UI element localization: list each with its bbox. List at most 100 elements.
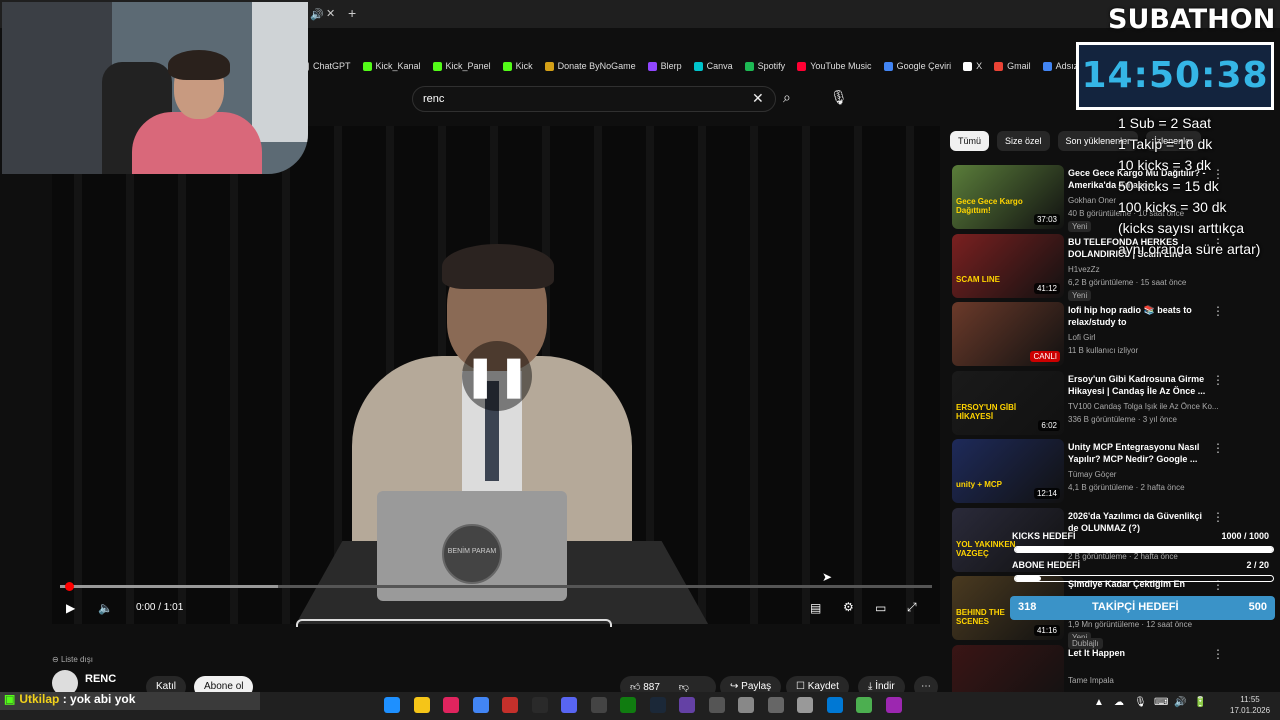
recommendation-item[interactable]: ERSOY'UN GİBİ HİKAYESİ 6:02 Ersoy'un Gibi …: [950, 370, 1275, 435]
bookmark-8[interactable]: YouTube Music: [797, 61, 872, 71]
taskbar-app-icon[interactable]: [472, 697, 489, 713]
chat-text: : yok abi yok: [59, 692, 136, 706]
recommendation-thumbnail[interactable]: CANLI: [952, 302, 1064, 366]
microphone-icon[interactable]: 🎙: [830, 89, 848, 106]
more-options-icon[interactable]: ⋮: [1212, 441, 1224, 455]
more-options-icon[interactable]: ⋮: [1212, 373, 1224, 387]
bookmark-favicon-icon: [744, 61, 754, 71]
subathon-rule: 1 Takip = 10 dk: [1118, 136, 1213, 152]
bookmark-6[interactable]: Canva: [693, 61, 733, 71]
recommendation-channel[interactable]: Tame Impala: [1068, 676, 1114, 685]
taskbar-app-icon[interactable]: [885, 697, 902, 713]
recommendation-title[interactable]: Ersoy'un Gibi Kadrosuna Girme Hikayesi |…: [1068, 373, 1213, 397]
taskbar-app-icon[interactable]: [797, 697, 813, 713]
volume-icon[interactable]: 🔈: [98, 601, 113, 615]
recommendation-thumbnail[interactable]: SCAM LINE 41:12: [952, 233, 1064, 298]
chip-all[interactable]: Tümü: [950, 131, 990, 151]
bookmark-7[interactable]: Spotify: [744, 61, 785, 71]
tray-icon[interactable]: 🔋: [1194, 697, 1206, 708]
recommendation-channel[interactable]: Gokhan Oner: [1068, 196, 1116, 205]
taskbar-app-icon[interactable]: [826, 697, 843, 713]
progress-bar[interactable]: [60, 582, 932, 591]
new-tab-button[interactable]: +: [348, 5, 356, 21]
webcam-person-shirt: [132, 112, 262, 174]
tray-icon[interactable]: ⌨: [1154, 697, 1168, 708]
fullscreen-icon[interactable]: ⤢: [907, 600, 917, 615]
taskbar-app-icon[interactable]: [767, 697, 784, 713]
bookmark-label: Kick_Panel: [445, 61, 491, 71]
playlist-label-text: Liste dışı: [60, 655, 93, 664]
tray-icon[interactable]: ☁: [1114, 697, 1124, 708]
recommendation-thumbnail[interactable]: Gece Gece Kargo Dağıttım! 37:03: [952, 165, 1064, 229]
recommendation-channel[interactable]: Tümay Göçer: [1068, 470, 1116, 479]
recommendation-thumbnail[interactable]: ERSOY'UN GİBİ HİKAYESİ 6:02: [952, 370, 1064, 435]
presenter-hair: [442, 244, 554, 289]
bookmark-label: YouTube Music: [810, 61, 872, 71]
taskbar-app-icon[interactable]: [856, 697, 872, 713]
bookmark-12[interactable]: Adsız doküman - G...: [1042, 61, 1080, 71]
taskbar-app-icon[interactable]: [384, 697, 400, 713]
search-icon[interactable]: ⌕: [783, 89, 791, 106]
taskbar-app-icon[interactable]: [443, 697, 459, 713]
bookmark-5[interactable]: Blerp: [647, 61, 682, 71]
chat-username: Utkilap: [19, 692, 60, 706]
taskbar-app-icon[interactable]: [590, 697, 607, 713]
recommendation-meta: 4,1 B görüntüleme · 2 hafta önce: [1068, 483, 1185, 492]
kicks-goal: KICKS HEDEFİ 1000 / 1000: [1012, 531, 1277, 553]
video-player[interactable]: BENİM PARAM ❚❚: [52, 126, 940, 624]
bookmark-4[interactable]: Donate ByNoGame: [544, 61, 636, 71]
chip-for-you[interactable]: Size özel: [997, 131, 1050, 151]
recommendation-item[interactable]: CANLI lofi hip hop radio 📚 beats to relax…: [950, 302, 1275, 366]
taskbar-app-icon[interactable]: [708, 697, 725, 713]
tray-icon[interactable]: 🔊: [1174, 697, 1186, 708]
speaker-icon[interactable]: 🔊: [310, 8, 324, 21]
bookmark-11[interactable]: Gmail: [994, 61, 1031, 71]
clear-search-icon[interactable]: ✕: [752, 90, 764, 107]
bookmark-2[interactable]: Kick_Panel: [432, 61, 491, 71]
more-options-icon[interactable]: ⋮: [1212, 647, 1224, 661]
recommendation-title[interactable]: 2026'da Yazılımcı da Güvenlikçi de OLUNM…: [1068, 510, 1213, 534]
taskbar-app-icon[interactable]: [561, 697, 577, 713]
bookmark-favicon-icon: [963, 61, 973, 71]
bookmark-label: X: [976, 61, 983, 71]
recommendation-title[interactable]: lofi hip hop radio 📚 beats to relax/stud…: [1068, 304, 1213, 328]
big-pause-icon[interactable]: ❚❚: [462, 341, 532, 411]
taskbar-app-icon[interactable]: [531, 697, 548, 713]
more-options-icon[interactable]: ⋮: [1212, 304, 1224, 318]
bookmark-10[interactable]: X: [963, 61, 982, 71]
channel-name[interactable]: RENC: [85, 673, 116, 685]
taskbar-app-icon[interactable]: [620, 697, 636, 713]
more-options-icon[interactable]: ⋮: [1212, 510, 1224, 524]
recommendation-channel[interactable]: H1vezZz: [1068, 265, 1100, 274]
taskbar-app-icon[interactable]: [649, 697, 666, 713]
tray-icon[interactable]: ▲: [1094, 697, 1104, 708]
bookmark-9[interactable]: Google Çeviri: [883, 61, 951, 71]
download-label: İndir: [875, 681, 895, 692]
subathon-rule: 100 kicks = 30 dk: [1118, 199, 1227, 215]
theater-mode-icon[interactable]: ▭: [875, 601, 886, 615]
recommendation-title[interactable]: Unity MCP Entegrasyonu Nasıl Yapılır? MC…: [1068, 441, 1213, 465]
follower-goal-target: 500: [1248, 601, 1267, 613]
subathon-timer-box: 14:50:38: [1076, 42, 1274, 110]
subathon-rule: 50 kicks = 15 dk: [1118, 178, 1219, 194]
recommendation-title[interactable]: Let It Happen: [1068, 647, 1213, 659]
tab-close-icon[interactable]: ✕: [326, 7, 335, 20]
progress-scrubber[interactable]: [65, 582, 74, 591]
tray-icon[interactable]: 🎙: [1134, 697, 1147, 708]
search-input[interactable]: renc: [412, 86, 776, 112]
subtitles-icon[interactable]: ▤: [810, 601, 821, 615]
bookmark-1[interactable]: Kick_Kanal: [362, 61, 421, 71]
thumbnail-text: unity + MCP: [956, 480, 1003, 489]
taskbar-app-icon[interactable]: [679, 697, 695, 713]
taskbar-app-icon[interactable]: [738, 697, 754, 713]
recommendation-item[interactable]: unity + MCP 12:14 Unity MCP Entegrasyonu N…: [950, 439, 1275, 503]
taskbar-app-icon[interactable]: [502, 697, 518, 713]
play-icon[interactable]: ▶: [66, 601, 75, 615]
taskbar-clock[interactable]: 11:55 17.01.2026: [1230, 694, 1270, 716]
settings-gear-icon[interactable]: ⚙: [843, 600, 854, 614]
recommendation-thumbnail[interactable]: unity + MCP 12:14: [952, 439, 1064, 503]
recommendation-channel[interactable]: TV100 Candaş Tolga Işık ile Az Önce Ko..…: [1068, 402, 1219, 411]
taskbar-app-icon[interactable]: [413, 697, 430, 713]
recommendation-channel[interactable]: Lofi Girl: [1068, 333, 1096, 342]
bookmark-3[interactable]: Kick: [502, 61, 533, 71]
